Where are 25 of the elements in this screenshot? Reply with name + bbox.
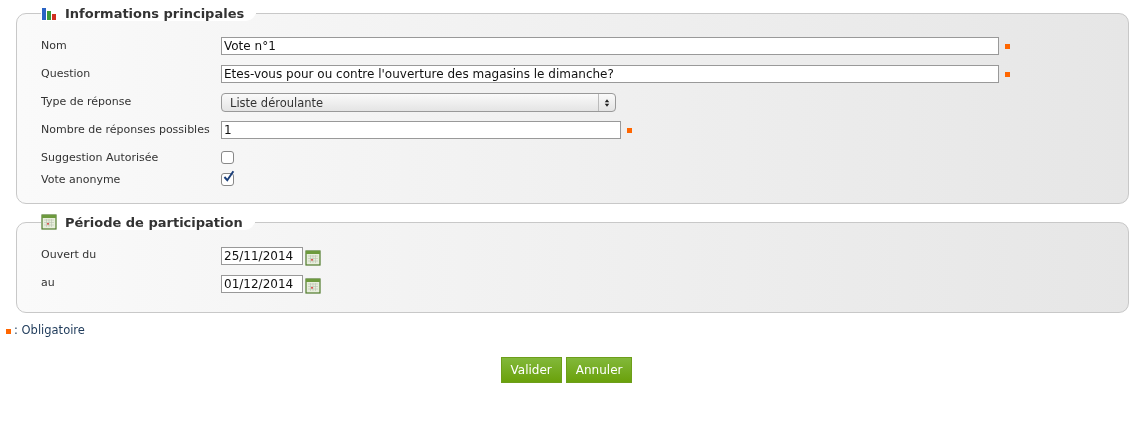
field-label: au	[41, 275, 56, 289]
field-label: Vote anonyme	[41, 172, 122, 186]
dropdown[interactable]: Liste déroulante	[221, 93, 616, 112]
calendar-icon[interactable]	[305, 250, 321, 266]
bar-chart-icon	[41, 5, 57, 21]
date-field[interactable]: 01/12/2014	[221, 275, 303, 293]
field-label: Ouvert du	[41, 247, 98, 261]
field-label: Nom	[41, 38, 68, 52]
calendar-icon	[41, 214, 57, 230]
calendar-icon[interactable]	[305, 278, 321, 294]
check-icon	[222, 170, 235, 184]
input-field[interactable]: 1	[221, 121, 621, 139]
section-title: Informations principales	[65, 5, 245, 21]
field-label: Suggestion Autorisée	[41, 150, 160, 164]
field-label: Question	[41, 66, 92, 80]
date-field[interactable]: 25/11/2014	[221, 247, 303, 265]
input-field[interactable]: Etes-vous pour ou contre l'ouverture des magasins le dimanche?	[221, 65, 999, 83]
checkbox[interactable]	[221, 151, 234, 164]
checkbox[interactable]	[221, 173, 234, 186]
section-title: Période de participation	[65, 214, 243, 230]
field-label: Nombre de réponses possibles	[41, 122, 211, 136]
required-note: : Obligatoire	[14, 323, 85, 337]
field-label: Type de réponse	[41, 94, 133, 108]
input-field[interactable]: Vote n°1	[221, 37, 999, 55]
required-marker	[6, 329, 11, 334]
